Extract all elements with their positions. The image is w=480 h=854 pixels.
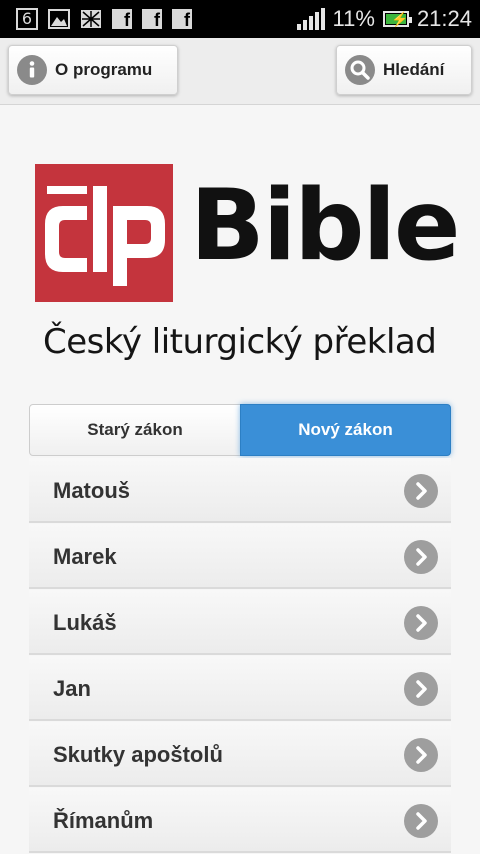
search-icon bbox=[345, 55, 375, 85]
list-item[interactable]: Marek bbox=[29, 524, 451, 589]
book-label: Matouš bbox=[53, 478, 130, 503]
book-label: Marek bbox=[53, 544, 117, 569]
clp-logo-mark bbox=[35, 164, 173, 302]
search-label: Hledání bbox=[383, 60, 445, 79]
book-label: Lukáš bbox=[53, 610, 117, 635]
tab-old-testament[interactable]: Starý zákon bbox=[29, 404, 241, 456]
status-bar: 6 f f f 11% ⚡ 21:24 bbox=[0, 0, 480, 38]
list-item[interactable]: Matouš bbox=[29, 458, 451, 523]
book-label: Skutky apoštolů bbox=[53, 742, 223, 767]
about-button[interactable]: O programu bbox=[8, 45, 178, 95]
battery-percent: 11% bbox=[332, 6, 375, 31]
bible-logo: Bible Český liturgický překlad bbox=[35, 164, 460, 364]
book-label: Jan bbox=[53, 676, 91, 701]
chevron-right-icon bbox=[404, 474, 438, 508]
notification-icons: 6 f f f bbox=[16, 6, 192, 32]
book-list: Matouš Marek Lukáš Jan Skutky apoštolů Ř… bbox=[29, 458, 451, 854]
tab-new-testament[interactable]: Nový zákon bbox=[240, 404, 451, 456]
battery-charging-icon: ⚡ bbox=[382, 11, 412, 27]
clock: 21:24 bbox=[416, 6, 472, 31]
logo-title: Bible bbox=[190, 169, 460, 283]
facebook-icon: f bbox=[112, 9, 132, 30]
facebook-icon: f bbox=[142, 9, 162, 30]
photo-icon bbox=[81, 10, 101, 28]
logo-subtitle: Český liturgický překlad bbox=[43, 322, 437, 362]
list-item[interactable]: Lukáš bbox=[29, 590, 451, 655]
chevron-right-icon bbox=[404, 606, 438, 640]
top-bar: O programu Hledání bbox=[0, 38, 480, 105]
image-icon bbox=[48, 9, 70, 29]
search-button[interactable]: Hledání bbox=[336, 45, 472, 95]
number-box-icon: 6 bbox=[16, 8, 38, 30]
book-label: Římanům bbox=[53, 808, 154, 833]
chevron-right-icon bbox=[404, 738, 438, 772]
signal-icon bbox=[296, 8, 325, 30]
facebook-icon: f bbox=[172, 9, 192, 30]
chevron-right-icon bbox=[404, 540, 438, 574]
testament-switch: Starý zákon Nový zákon bbox=[29, 404, 451, 456]
list-item[interactable]: Římanům bbox=[29, 788, 451, 853]
list-item[interactable]: Jan bbox=[29, 656, 451, 721]
about-label: O programu bbox=[55, 60, 153, 79]
list-item[interactable]: Skutky apoštolů bbox=[29, 722, 451, 787]
info-icon bbox=[17, 55, 47, 85]
chevron-right-icon bbox=[404, 672, 438, 706]
chevron-right-icon bbox=[404, 804, 438, 838]
